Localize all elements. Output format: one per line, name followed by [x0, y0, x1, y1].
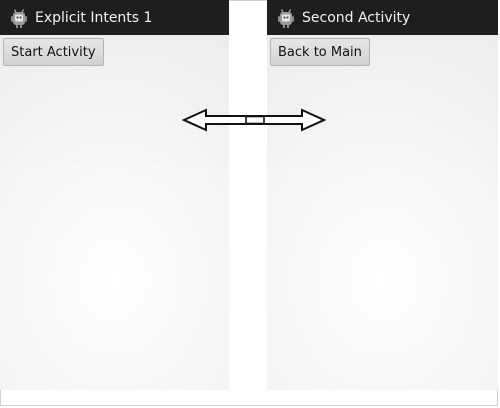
screen-title: Second Activity	[302, 9, 411, 26]
screen-title: Explicit Intents 1	[35, 9, 153, 26]
android-app-icon	[278, 8, 294, 28]
second-activity-screen: Second Activity Back to Main	[267, 0, 498, 390]
main-activity-screen: Explicit Intents 1 Start Activity	[0, 0, 229, 390]
double-headed-arrow-icon	[182, 108, 326, 132]
start-activity-button[interactable]: Start Activity	[3, 38, 104, 66]
action-bar: Second Activity	[267, 0, 498, 35]
action-bar: Explicit Intents 1	[0, 0, 229, 35]
android-app-icon	[11, 8, 27, 28]
back-to-main-button[interactable]: Back to Main	[270, 38, 370, 66]
